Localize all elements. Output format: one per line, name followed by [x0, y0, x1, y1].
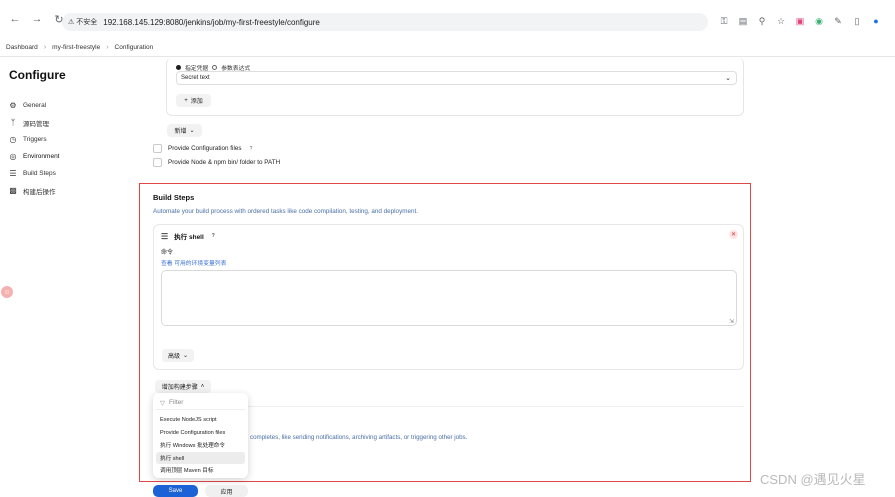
floating-assistant-icon[interactable]: ☺ [1, 286, 13, 298]
command-label: 命令 [161, 250, 174, 256]
gear-icon: ⚙ [9, 101, 17, 110]
insecure-warning[interactable]: ⚠ 不安全 [68, 17, 97, 27]
sidebar-item-triggers[interactable]: ◷ Triggers [9, 131, 60, 148]
bookmark-star-icon[interactable]: ☆ [775, 15, 787, 27]
sidebar-panel-icon[interactable]: ▯ [851, 15, 863, 27]
menu-item-nodejs[interactable]: Execute NodeJS script [156, 414, 245, 427]
save-button[interactable]: Save [153, 485, 198, 497]
menu-item-maven[interactable]: 调用顶层 Maven 目标 [156, 464, 245, 477]
menu-item-config-files[interactable]: Provide Configuration files [156, 427, 245, 440]
drag-handle-icon[interactable]: ☰ [161, 232, 168, 241]
browser-actions: ⚿ ▤ ⚲ ☆ ▣ ◉ ✎ ▯ ● [718, 15, 882, 27]
sidebar-nav: ⚙ General ᛉ 源码管理 ◷ Triggers ◎ Environment ☰ B… [9, 97, 60, 199]
chevron-down-icon: ⌄ [725, 75, 731, 82]
globe-icon: ◎ [9, 152, 17, 161]
extension-red-icon[interactable]: ▣ [794, 15, 806, 27]
filter-icon: ▽ [160, 399, 165, 407]
post-build-description: completes, like sending notifications, a… [250, 434, 468, 441]
close-icon[interactable]: ✕ [729, 230, 738, 239]
menu-item-shell[interactable]: 执行 shell [156, 451, 245, 464]
filter-input[interactable]: ▽ Filter [156, 396, 245, 410]
clock-icon: ◷ [9, 135, 17, 144]
add-step-dropdown: ▽ Filter Execute NodeJS script Provide C… [153, 393, 248, 478]
provide-config-files-row: Provide Configuration files ? [153, 144, 255, 153]
shell-step-title: 执行 shell [174, 234, 204, 241]
extension-green-icon[interactable]: ◉ [813, 15, 825, 27]
build-steps-title: Build Steps [153, 193, 195, 202]
url-text[interactable]: 192.168.145.129:8080/jenkins/job/my-firs… [103, 18, 320, 27]
provide-node-row: Provide Node & npm bin/ folder to PATH [153, 158, 280, 167]
branch-icon: ᛉ [10, 118, 16, 127]
credentials-select[interactable]: Secret text ⌄ [176, 71, 737, 85]
chevron-up-icon: ˄ [200, 383, 205, 390]
sidebar-item-environment[interactable]: ◎ Environment [9, 148, 60, 165]
package-icon: ▩ [9, 186, 17, 195]
shell-step-header: ☰ 执行 shell ? [161, 231, 217, 242]
radio-param[interactable] [212, 65, 218, 70]
breadcrumb-dashboard[interactable]: Dashboard [6, 44, 38, 51]
key-icon[interactable]: ⚿ [718, 15, 730, 27]
chevron-down-icon: ⌄ [189, 128, 195, 134]
add-build-step-button[interactable]: 增加构建步骤 ˄ [155, 380, 211, 393]
advanced-button[interactable]: 高级 ⌄ [162, 349, 194, 362]
plus-icon: + [184, 97, 188, 104]
watermark: CSDN @遇见火星 [760, 472, 866, 487]
sidebar-item-scm[interactable]: ᛉ 源码管理 [9, 114, 60, 131]
warning-icon: ⚠ [68, 19, 75, 26]
breadcrumb-job[interactable]: my-first-freestyle [52, 44, 100, 51]
list-icon: ☰ [9, 169, 17, 178]
build-steps-description: Automate your build process with ordered… [153, 208, 418, 215]
page-title: Configure [9, 68, 66, 82]
sidebar-item-post-build[interactable]: ▩ 构建后操作 [9, 182, 60, 199]
breadcrumb: Dashboard › my-first-freestyle › Configu… [0, 38, 895, 57]
translate-icon[interactable]: ▤ [737, 15, 749, 27]
help-icon[interactable]: ? [248, 145, 255, 152]
extensions-puzzle-icon[interactable]: ✎ [832, 15, 844, 27]
radio-specified[interactable] [176, 65, 181, 70]
add-credential-button[interactable]: + 添加 [176, 94, 211, 107]
resize-grip-icon[interactable]: ⇲ [729, 318, 734, 325]
chevron-right-icon: › [43, 43, 47, 51]
menu-item-windows-batch[interactable]: 执行 Windows 批处理命令 [156, 439, 245, 452]
chevron-down-icon: ⌄ [182, 353, 189, 359]
apply-button[interactable]: 应用 [205, 485, 248, 497]
provide-node-checkbox[interactable] [153, 158, 162, 167]
address-bar[interactable]: ⚠ 不安全 192.168.145.129:8080/jenkins/job/my… [62, 13, 708, 31]
forward-icon[interactable]: → [28, 10, 46, 28]
credentials-panel [166, 58, 744, 116]
back-icon[interactable]: ← [6, 10, 24, 28]
profile-icon[interactable]: ● [870, 15, 882, 27]
sidebar-item-general[interactable]: ⚙ General [9, 97, 60, 114]
env-vars-link[interactable]: 查看 可用的环境变量列表 [161, 258, 226, 267]
provide-config-files-checkbox[interactable] [153, 144, 162, 153]
new-binding-button[interactable]: 新增 ⌄ [167, 124, 202, 137]
command-textarea[interactable] [161, 270, 737, 326]
zoom-icon[interactable]: ⚲ [756, 15, 768, 27]
sidebar-item-build-steps[interactable]: ☰ Build Steps [9, 165, 60, 182]
chevron-right-icon: › [106, 43, 109, 51]
breadcrumb-configuration[interactable]: Configuration [115, 44, 154, 51]
help-icon[interactable]: ? [210, 233, 217, 240]
